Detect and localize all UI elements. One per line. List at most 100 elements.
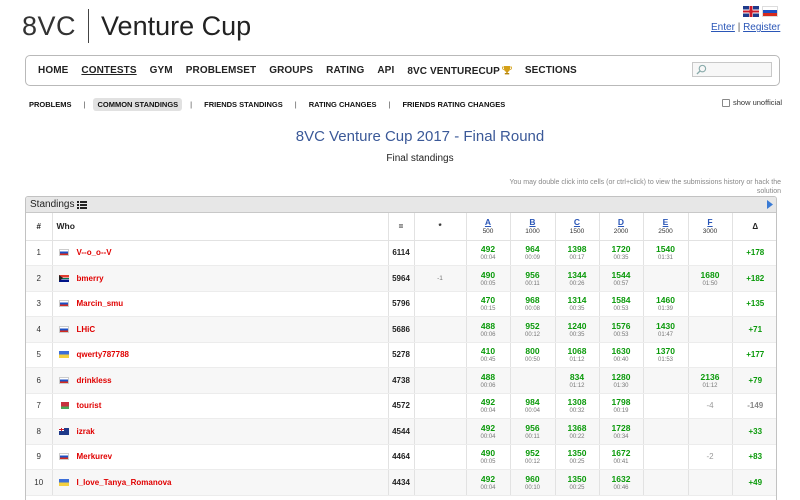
submenu-friends-standings[interactable]: FRIENDS STANDINGS [200,98,287,111]
problem-e-link[interactable]: E [644,217,688,227]
problem-a-cell[interactable]: 492 00:04 [466,418,511,445]
problem-e-cell[interactable] [643,265,689,292]
menu-item-rating[interactable]: RATING [326,65,364,77]
problem-e-cell[interactable]: 1540 01:31 [643,240,689,266]
hacks-cell[interactable] [414,316,467,343]
problem-c-cell[interactable]: 1314 00:35 [555,291,600,317]
participant-handle-link[interactable]: I_love_Tanya_Romanova [77,478,172,487]
problem-a-cell[interactable]: 492 00:04 [466,240,511,266]
problem-f-link[interactable]: F [689,217,732,227]
problem-f-cell[interactable]: 2136 01:12 [688,367,733,394]
problem-b-cell[interactable]: 956 00:11 [510,265,556,292]
problem-a-cell[interactable]: 490 00:05 [466,444,511,470]
problem-f-cell[interactable] [688,316,733,343]
problem-c-cell[interactable]: 1350 00:25 [555,469,600,496]
menu-item-groups[interactable]: GROUPS [269,65,313,77]
problem-e-cell[interactable]: 1370 01:53 [643,342,689,368]
problem-f-cell[interactable] [688,291,733,317]
problem-b-cell[interactable]: 984 00:04 [510,393,556,419]
menu-item-contests[interactable]: CONTESTS [81,65,136,77]
hacks-cell[interactable] [414,291,467,317]
problem-c-cell[interactable]: 1368 00:22 [555,418,600,445]
problem-d-link[interactable]: D [600,217,643,227]
problem-c-cell[interactable]: 1240 00:35 [555,316,600,343]
menu-item-home[interactable]: HOME [38,65,68,77]
problem-a-cell[interactable]: 492 00:04 [466,469,511,496]
menu-item-gym[interactable]: GYM [150,65,173,77]
problem-d-cell[interactable]: 1632 00:46 [599,469,644,496]
problem-c-cell[interactable]: 1068 01:12 [555,342,600,368]
problem-d-cell[interactable]: 1630 00:40 [599,342,644,368]
menu-item-api[interactable]: API [377,65,394,77]
submenu-problems[interactable]: PROBLEMS [25,98,76,111]
problem-a-link[interactable]: A [467,217,510,227]
problem-a-cell[interactable]: 488 00:06 [466,367,511,394]
problem-e-cell[interactable] [643,469,689,496]
problem-f-cell[interactable]: -4 [688,393,733,419]
problem-f-cell[interactable] [688,342,733,368]
problem-c-cell[interactable]: 1308 00:32 [555,393,600,419]
submenu-friends-rating-changes[interactable]: FRIENDS RATING CHANGES [398,98,509,111]
hacks-cell[interactable] [414,469,467,496]
problem-a-cell[interactable]: 490 00:05 [466,265,511,292]
hacks-cell[interactable] [414,240,467,266]
participant-handle-link[interactable]: Merkurev [77,452,113,461]
expand-arrow-icon[interactable] [767,200,773,209]
problem-e-cell[interactable] [643,444,689,470]
show-unofficial-checkbox[interactable] [722,98,730,107]
problem-d-cell[interactable]: 1280 01:30 [599,367,644,394]
problem-d-cell[interactable]: 1576 00:53 [599,316,644,343]
problem-c-cell[interactable]: 1344 00:26 [555,265,600,292]
problem-b-cell[interactable]: 952 00:12 [510,316,556,343]
uk-flag-icon[interactable] [743,6,759,17]
problem-a-cell[interactable]: 488 00:06 [466,316,511,343]
problem-e-cell[interactable]: 1430 01:47 [643,316,689,343]
problem-b-cell[interactable]: 968 00:08 [510,291,556,317]
problem-b-cell[interactable]: 956 00:11 [510,418,556,445]
problem-c-cell[interactable]: 834 01:12 [555,367,600,394]
problem-b-link[interactable]: B [511,217,555,227]
problem-e-cell[interactable] [643,393,689,419]
problem-f-cell[interactable]: -2 [688,444,733,470]
problem-a-cell[interactable]: 410 00:45 [466,342,511,368]
problem-e-cell[interactable]: 1460 01:39 [643,291,689,317]
hacks-cell[interactable] [414,418,467,445]
participant-handle-link[interactable]: izrak [77,427,95,436]
register-link[interactable]: Register [743,22,780,33]
hacks-cell[interactable] [414,444,467,470]
problem-a-cell[interactable]: 470 00:15 [466,291,511,317]
enter-link[interactable]: Enter [711,22,735,33]
participant-handle-link[interactable]: tourist [77,401,102,410]
search-input[interactable] [692,62,772,77]
problem-c-link[interactable]: C [556,217,599,227]
problem-b-cell[interactable]: 800 00:50 [510,342,556,368]
problem-f-cell[interactable] [688,418,733,445]
submenu-rating-changes[interactable]: RATING CHANGES [305,98,381,111]
menu-item-problemset[interactable]: PROBLEMSET [186,65,256,77]
problem-b-cell[interactable]: 964 00:09 [510,240,556,266]
problem-f-cell[interactable] [688,240,733,266]
problem-b-cell[interactable]: 952 00:12 [510,444,556,470]
problem-d-cell[interactable]: 1798 00:19 [599,393,644,419]
menu-item-8vc-venturecup[interactable]: 8VC VENTURECUP [407,65,512,77]
hacks-cell[interactable]: -1 [414,265,467,292]
problem-b-cell[interactable] [510,367,556,394]
site-logo[interactable]: 8VC Venture Cup [22,8,251,44]
problem-e-cell[interactable] [643,418,689,445]
hacks-cell[interactable] [414,393,467,419]
problem-d-cell[interactable]: 1728 00:34 [599,418,644,445]
problem-d-cell[interactable]: 1720 00:35 [599,240,644,266]
problem-b-cell[interactable]: 960 00:10 [510,469,556,496]
problem-f-cell[interactable]: 1680 01:50 [688,265,733,292]
problem-d-cell[interactable]: 1584 00:53 [599,291,644,317]
show-unofficial-toggle[interactable]: show unofficial [722,98,782,107]
participant-handle-link[interactable]: Marcin_smu [77,299,124,308]
participant-handle-link[interactable]: qwerty787788 [77,350,129,359]
participant-handle-link[interactable]: LHiC [77,325,96,334]
problem-d-cell[interactable]: 1544 00:57 [599,265,644,292]
problem-f-cell[interactable] [688,469,733,496]
problem-c-cell[interactable]: 1398 00:17 [555,240,600,266]
menu-item-sections[interactable]: SECTIONS [525,65,577,77]
hacks-cell[interactable] [414,367,467,394]
russia-flag-icon[interactable] [762,6,778,17]
